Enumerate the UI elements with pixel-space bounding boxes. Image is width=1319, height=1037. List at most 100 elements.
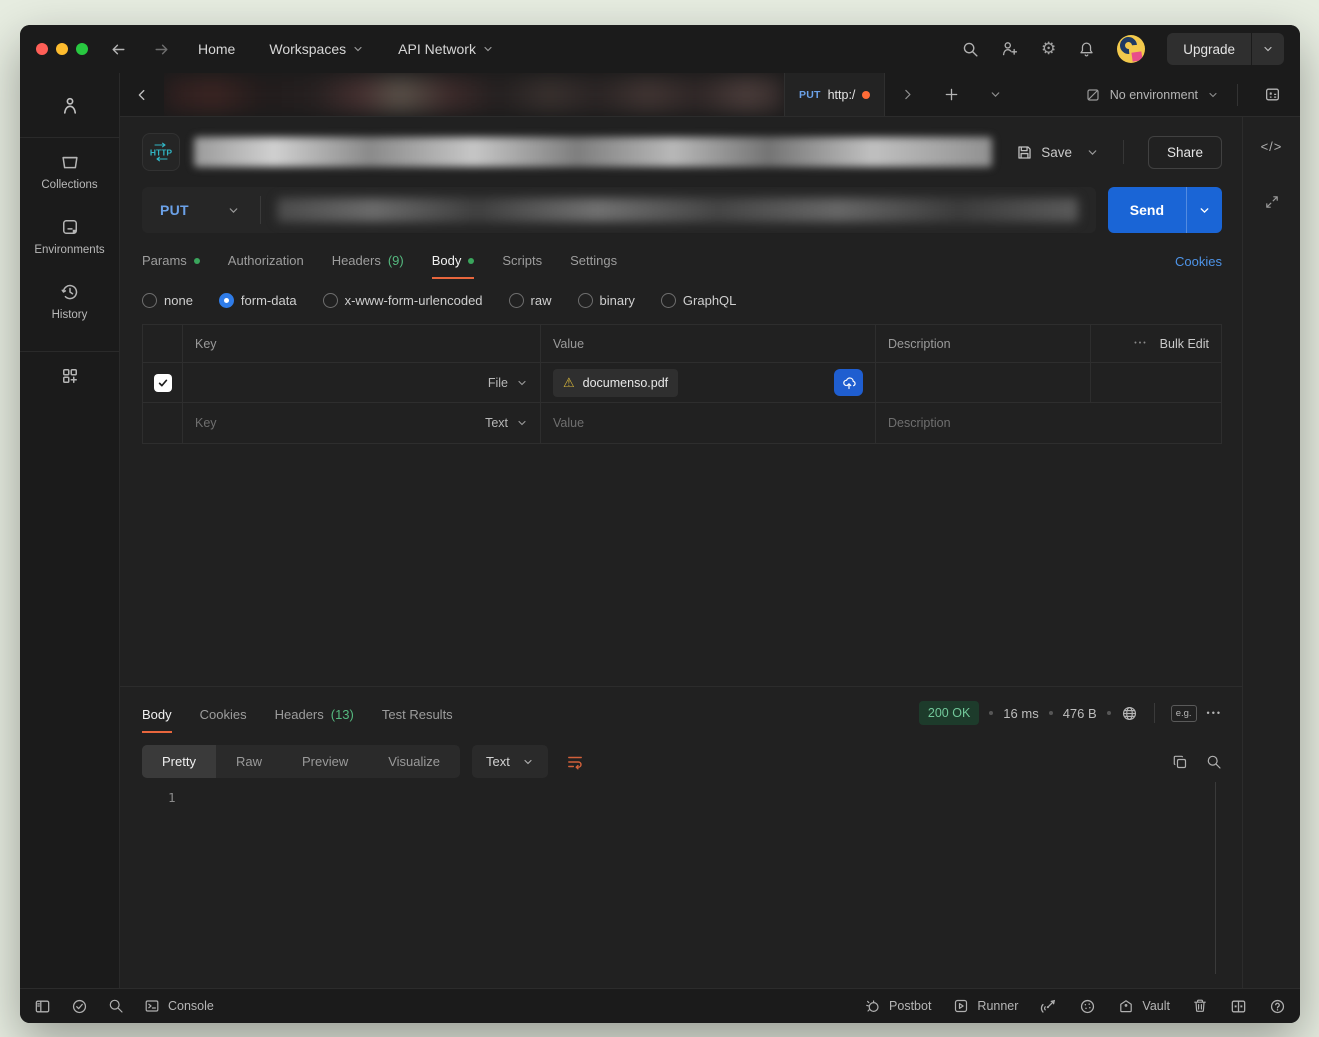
- new-tab-plus-icon[interactable]: [929, 87, 973, 102]
- tab-options-chevron-icon[interactable]: [973, 88, 1017, 101]
- value-type-select[interactable]: File: [488, 376, 528, 390]
- tab-params[interactable]: Params: [142, 253, 200, 279]
- key-input-cell[interactable]: File: [183, 363, 541, 402]
- active-request-tab[interactable]: PUT http:/: [784, 73, 885, 116]
- sidebar-item-history[interactable]: History: [52, 282, 88, 321]
- redacted-url-input[interactable]: [277, 198, 1078, 222]
- column-options-icon[interactable]: •••: [1134, 340, 1147, 347]
- view-pretty[interactable]: Pretty: [142, 745, 216, 778]
- chevron-down-icon: [1207, 89, 1219, 101]
- view-preview[interactable]: Preview: [282, 745, 368, 778]
- upload-file-button[interactable]: [834, 369, 863, 396]
- invite-user-icon[interactable]: [1001, 40, 1019, 58]
- tab-body[interactable]: Body: [432, 253, 475, 279]
- postbot-icon: [865, 998, 881, 1014]
- environment-selector[interactable]: No environment: [1073, 87, 1231, 103]
- selected-file-chip[interactable]: ⚠ documenso.pdf: [553, 369, 678, 397]
- api-health-check-icon[interactable]: [71, 998, 88, 1015]
- nav-forward-icon[interactable]: [153, 41, 170, 58]
- zoom-window-button[interactable]: [76, 43, 88, 55]
- redacted-tabs[interactable]: [164, 73, 784, 116]
- nav-back-icon[interactable]: [110, 41, 127, 58]
- response-tab-cookies[interactable]: Cookies: [200, 707, 247, 733]
- response-tab-body[interactable]: Body: [142, 707, 172, 733]
- row-checkbox-checked[interactable]: [154, 374, 172, 392]
- tab-scripts[interactable]: Scripts: [502, 253, 542, 279]
- value-file-cell: ⚠ documenso.pdf: [541, 363, 876, 402]
- upgrade-button[interactable]: Upgrade: [1167, 33, 1284, 65]
- response-tab-test-results[interactable]: Test Results: [382, 707, 453, 733]
- workspaces-menu[interactable]: Workspaces: [269, 41, 364, 57]
- view-raw[interactable]: Raw: [216, 745, 282, 778]
- save-as-example-icon[interactable]: e.g.: [1171, 705, 1197, 722]
- body-type-graphql[interactable]: GraphQL: [661, 293, 736, 308]
- notifications-bell-icon[interactable]: [1078, 41, 1095, 58]
- trash-icon[interactable]: [1192, 998, 1208, 1014]
- code-snippet-icon[interactable]: </>: [1261, 139, 1283, 154]
- key-input-cell[interactable]: Key Text: [183, 403, 541, 443]
- runner-button[interactable]: Runner: [953, 998, 1018, 1014]
- body-type-options: none form-data x-www-form-urlencoded raw…: [142, 293, 1222, 308]
- status-bar: Console Postbot Runner Vault: [20, 988, 1300, 1023]
- tab-settings[interactable]: Settings: [570, 253, 617, 279]
- cookies-link[interactable]: Cookies: [1175, 254, 1222, 278]
- description-input-cell[interactable]: [876, 363, 1091, 402]
- capture-requests-icon[interactable]: [1040, 998, 1057, 1015]
- vault-button[interactable]: Vault: [1118, 998, 1170, 1014]
- value-type-select[interactable]: Text: [485, 416, 528, 430]
- response-tab-headers[interactable]: Headers(13): [275, 707, 354, 733]
- upgrade-dropdown-chevron-icon[interactable]: [1252, 33, 1284, 65]
- api-network-menu[interactable]: API Network: [398, 41, 494, 57]
- redacted-request-title[interactable]: [194, 137, 992, 167]
- body-type-form-data[interactable]: form-data: [219, 293, 297, 308]
- tab-authorization[interactable]: Authorization: [228, 253, 304, 279]
- no-environment-icon: [1085, 87, 1101, 103]
- search-icon[interactable]: [962, 41, 979, 58]
- value-input-cell[interactable]: Value: [541, 403, 876, 443]
- body-type-raw[interactable]: raw: [509, 293, 552, 308]
- home-link[interactable]: Home: [198, 41, 235, 57]
- wrap-lines-icon[interactable]: [560, 747, 590, 777]
- body-type-x-www-form-urlencoded[interactable]: x-www-form-urlencoded: [323, 293, 483, 308]
- environment-quick-look-icon[interactable]: [1244, 86, 1300, 103]
- find-replace-search-icon[interactable]: [108, 998, 124, 1014]
- bulk-edit-button[interactable]: Bulk Edit: [1160, 337, 1209, 351]
- tabs-scroll-right-icon[interactable]: [885, 88, 929, 101]
- sidebar-more-tools-button[interactable]: [60, 366, 80, 386]
- body-type-binary[interactable]: binary: [578, 293, 635, 308]
- search-response-icon[interactable]: [1206, 754, 1222, 770]
- response-body-editor[interactable]: 1: [142, 778, 1222, 988]
- my-workspace-user-icon[interactable]: [59, 87, 81, 133]
- minimize-window-button[interactable]: [56, 43, 68, 55]
- share-button[interactable]: Share: [1148, 136, 1222, 169]
- save-options-chevron-icon[interactable]: [1086, 146, 1099, 159]
- toggle-sidebar-icon[interactable]: [34, 998, 51, 1015]
- tab-headers[interactable]: Headers(9): [332, 253, 404, 279]
- copy-response-icon[interactable]: [1172, 754, 1188, 770]
- user-avatar[interactable]: [1117, 35, 1145, 63]
- response-format-select[interactable]: Text: [472, 745, 548, 778]
- method-select[interactable]: PUT: [142, 202, 260, 218]
- two-pane-layout-icon[interactable]: [1230, 998, 1247, 1015]
- editor-scrollbar[interactable]: [1215, 782, 1216, 974]
- expand-arrows-icon[interactable]: [1264, 194, 1280, 210]
- tabs-scroll-left-icon[interactable]: [120, 88, 164, 102]
- save-button[interactable]: Save: [1016, 144, 1072, 161]
- send-options-chevron-icon[interactable]: [1186, 187, 1222, 233]
- console-button[interactable]: Console: [144, 998, 214, 1014]
- sidebar-item-collections[interactable]: Collections: [41, 152, 97, 191]
- view-visualize[interactable]: Visualize: [368, 745, 460, 778]
- body-type-none[interactable]: none: [142, 293, 193, 308]
- network-globe-icon[interactable]: [1121, 705, 1138, 722]
- response-more-options-icon[interactable]: •••: [1207, 708, 1222, 718]
- description-input-cell[interactable]: Description: [876, 403, 1091, 443]
- send-button[interactable]: Send: [1108, 187, 1222, 233]
- sidebar-item-environments[interactable]: Environments: [34, 217, 104, 256]
- help-icon[interactable]: [1269, 998, 1286, 1015]
- cookies-icon[interactable]: [1079, 998, 1096, 1015]
- postbot-button[interactable]: Postbot: [865, 998, 931, 1014]
- close-window-button[interactable]: [36, 43, 48, 55]
- environments-icon: [60, 217, 80, 237]
- save-floppy-icon: [1016, 144, 1033, 161]
- settings-gear-icon[interactable]: ⚙: [1041, 39, 1056, 59]
